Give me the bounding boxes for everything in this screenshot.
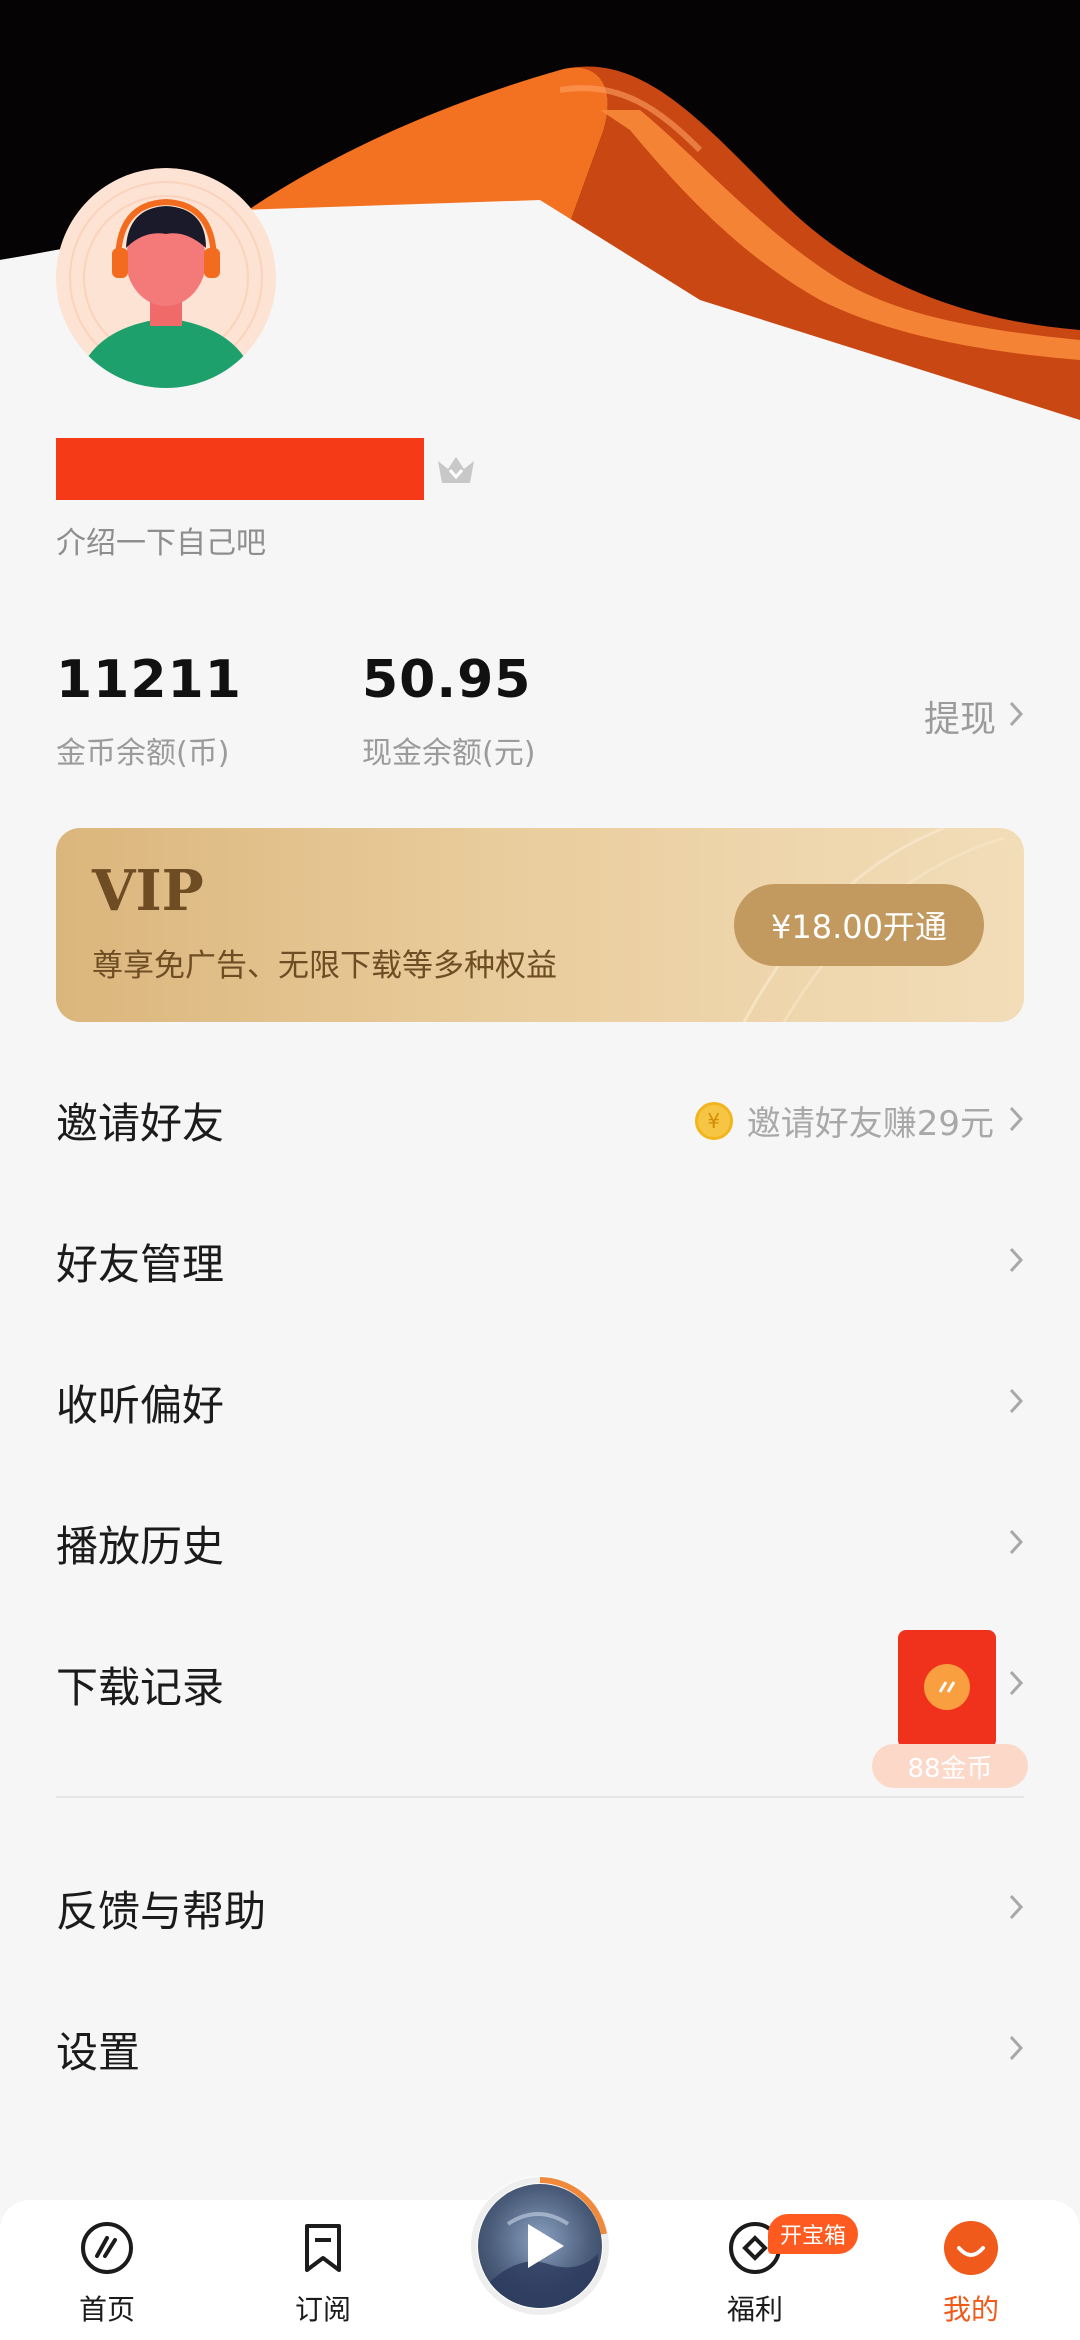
withdraw-label: 提现 [923, 699, 996, 740]
avatar[interactable] [56, 168, 276, 388]
menu-item-label: 下载记录 [56, 1663, 225, 1712]
menu-divider [56, 1796, 1024, 1798]
red-packet-seal [924, 1664, 970, 1710]
red-packet-icon [898, 1630, 996, 1748]
chevron-right-icon [1008, 1387, 1024, 1419]
menu-item-label: 邀请好友 [56, 1099, 225, 1148]
menu-item-listening-preferences[interactable]: 收听偏好 [0, 1332, 1080, 1473]
menu-item-label: 设置 [56, 2028, 141, 2077]
username-redacted [56, 438, 424, 500]
crown-icon[interactable] [434, 449, 478, 489]
mini-player-button[interactable] [470, 2176, 610, 2316]
menu-item-invite-friends[interactable]: 邀请好友 ¥ 邀请好友赚29元 [0, 1050, 1080, 1191]
cash-balance-value: 50.95 [362, 650, 532, 710]
menu-item-label: 反馈与帮助 [56, 1887, 267, 1936]
cash-balance-label: 现金余额(元) [362, 736, 536, 771]
menu-item-label: 播放历史 [56, 1522, 225, 1571]
chevron-right-icon [1008, 1105, 1024, 1137]
menu-item-play-history[interactable]: 播放历史 [0, 1473, 1080, 1614]
tab-home[interactable]: 首页 [42, 2218, 172, 2328]
chevron-right-icon [1008, 2034, 1024, 2066]
coin-icon: ¥ [694, 1101, 733, 1140]
menu-item-friend-management[interactable]: 好友管理 [0, 1191, 1080, 1332]
coin-balance-value: 11211 [56, 650, 242, 710]
vip-description: 尊享免广告、无限下载等多种权益 [92, 948, 557, 984]
tab-profile[interactable]: 我的 [906, 2218, 1036, 2328]
tab-label: 订阅 [294, 2293, 351, 2326]
treasure-box-badge[interactable]: 开宝箱 [768, 2214, 859, 2254]
menu-item-label: 收听偏好 [56, 1381, 225, 1430]
coin-balance[interactable]: 11211 金币余额(币) [56, 650, 242, 772]
menu-list-secondary: 反馈与帮助 设置 [0, 1838, 1080, 2120]
red-packet-label: 88金币 [872, 1744, 1028, 1788]
menu-item-settings[interactable]: 设置 [0, 1979, 1080, 2120]
tab-label: 我的 [942, 2293, 999, 2326]
menu-item-feedback-help[interactable]: 反馈与帮助 [0, 1838, 1080, 1979]
chevron-right-icon [1008, 1893, 1024, 1925]
play-icon [518, 2220, 568, 2276]
chevron-right-icon [1008, 696, 1024, 737]
coin-balance-label: 金币余额(币) [56, 736, 230, 771]
vip-subscribe-button[interactable]: ¥18.00开通 [734, 884, 984, 966]
menu-item-label: 好友管理 [56, 1240, 225, 1289]
vip-card[interactable]: VIP 尊享免广告、无限下载等多种权益 ¥18.00开通 [56, 828, 1024, 1022]
tab-label: 福利 [726, 2293, 783, 2326]
balance-stats: 11211 金币余额(币) 50.95 现金余额(元) 提现 [56, 650, 1024, 780]
home-icon [77, 2218, 137, 2282]
cash-balance[interactable]: 50.95 现金余额(元) [362, 650, 535, 772]
chevron-right-icon [1008, 1246, 1024, 1278]
invite-reward-text: 邀请好友赚29元 [746, 1104, 994, 1144]
red-packet-reward[interactable]: 88金币 [872, 1630, 1028, 1790]
tab-subscribe[interactable]: 订阅 [258, 2218, 388, 2328]
tab-label: 首页 [78, 2293, 135, 2326]
chevron-right-icon [1008, 1528, 1024, 1560]
vip-title: VIP [92, 858, 204, 924]
username-row [56, 438, 478, 500]
bio-text[interactable]: 介绍一下自己吧 [56, 518, 266, 562]
invite-reward: ¥ 邀请好友赚29元 [694, 1096, 994, 1145]
withdraw-button[interactable]: 提现 [924, 690, 1024, 742]
profile-icon [941, 2218, 1001, 2282]
bookmark-icon [293, 2218, 353, 2282]
